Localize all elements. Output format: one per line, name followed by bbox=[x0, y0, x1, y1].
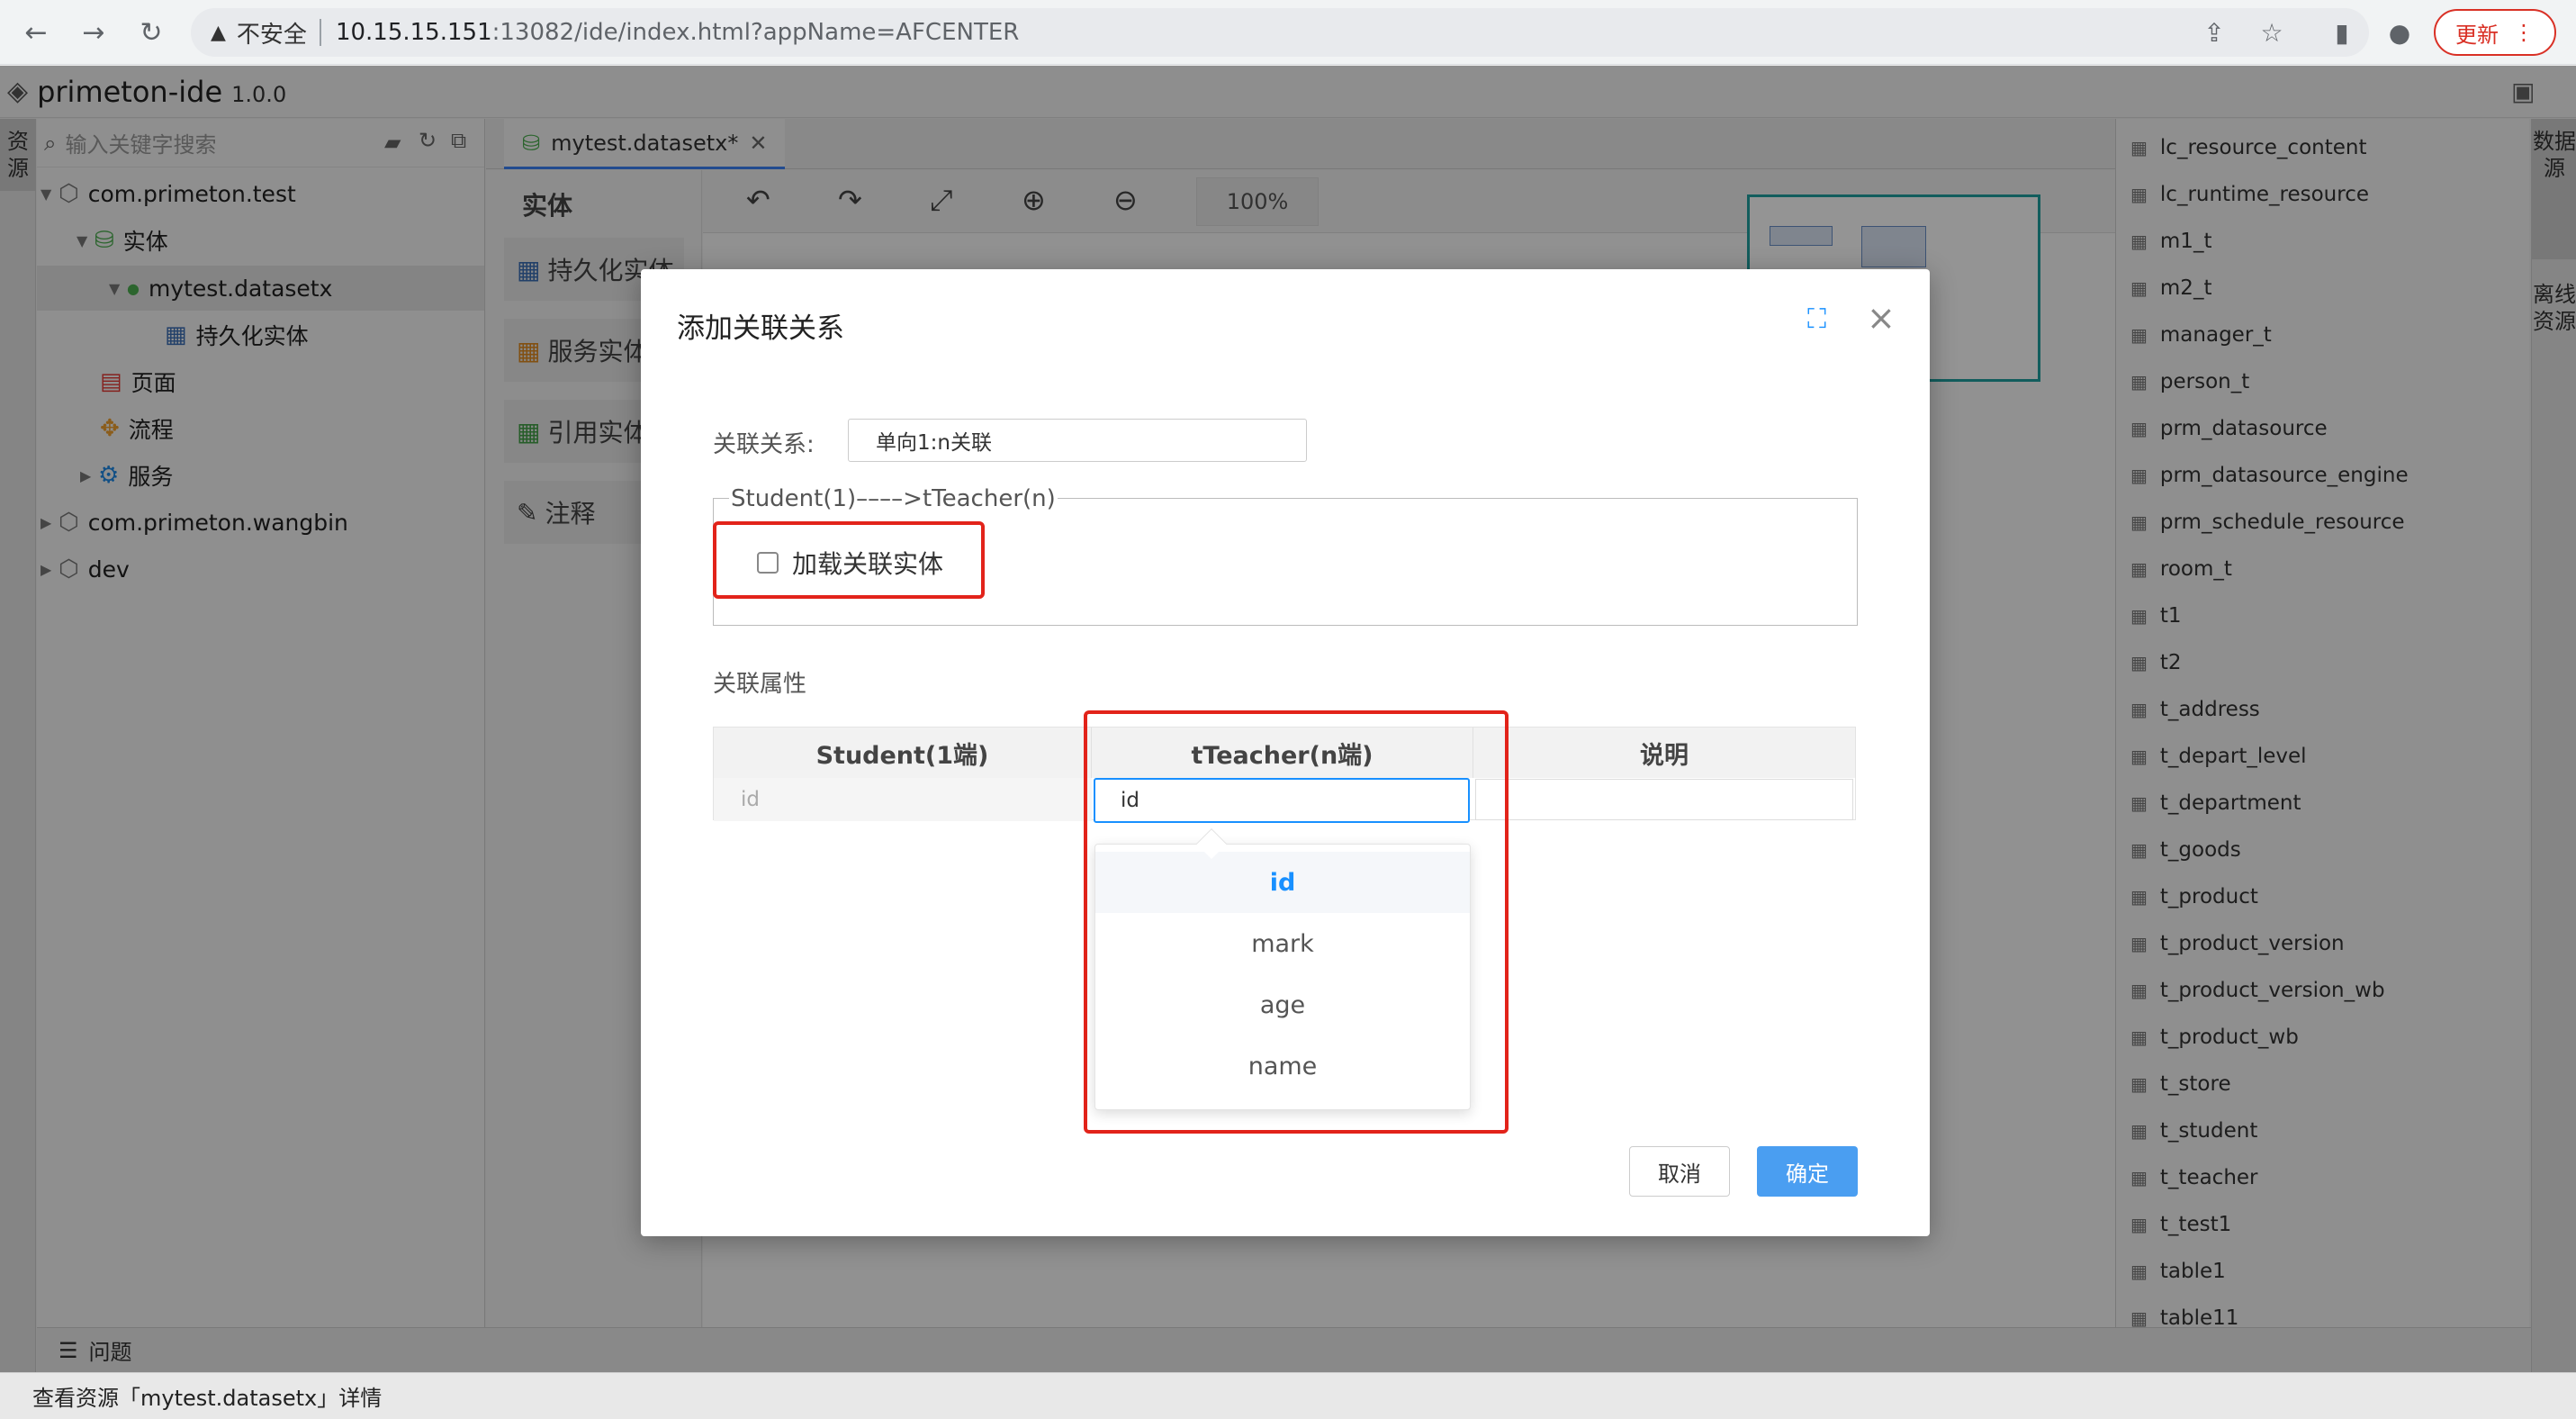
column-header: 说明 bbox=[1473, 728, 1855, 778]
back-icon[interactable]: ← bbox=[16, 13, 56, 52]
add-relation-dialog: 添加关联关系 ⛶ × 关联关系: 单向1:n关联 Student(1)––––>… bbox=[641, 269, 1930, 1236]
status-text: 查看资源「mytest.datasetx」详情 bbox=[32, 1386, 383, 1411]
divider bbox=[319, 19, 321, 46]
close-icon[interactable]: × bbox=[1867, 298, 1896, 338]
relation-label: 关联关系: bbox=[713, 431, 815, 458]
url-path: :13082/ide/index.html?appName=AFCENTER bbox=[491, 19, 1020, 46]
dialog-title: 添加关联关系 bbox=[677, 312, 844, 345]
relation-type-field[interactable]: 单向1:n关联 bbox=[848, 419, 1307, 462]
more-menu-icon: ⋮ bbox=[2513, 20, 2535, 45]
bookmark-star-icon[interactable]: ☆ bbox=[2254, 14, 2290, 50]
dropdown-option-age[interactable]: age bbox=[1095, 974, 1470, 1035]
props-label: 关联属性 bbox=[713, 671, 807, 698]
field-dropdown: id mark age name bbox=[1094, 844, 1471, 1110]
address-bar[interactable]: ▲ 不安全 10.15.15.151 :13082/ide/index.html… bbox=[191, 8, 2369, 57]
load-related-entity-checkbox[interactable] bbox=[757, 552, 779, 574]
load-related-entity-label[interactable]: 加载关联实体 bbox=[792, 545, 943, 581]
dropdown-option-id[interactable]: id bbox=[1095, 852, 1470, 913]
confirm-button[interactable]: 确定 bbox=[1757, 1146, 1858, 1197]
cancel-button[interactable]: 取消 bbox=[1629, 1146, 1730, 1197]
reload-icon[interactable]: ↻ bbox=[131, 13, 171, 52]
update-label: 更新 bbox=[2455, 22, 2499, 48]
browser-toolbar: ← → ↻ ▲ 不安全 10.15.15.151 :13082/ide/inde… bbox=[0, 0, 2576, 65]
column-header: Student(1端) bbox=[714, 728, 1092, 778]
student-cell: id bbox=[714, 778, 1092, 821]
url-host: 10.15.15.151 bbox=[335, 19, 492, 46]
sidebar-icon[interactable]: ▮ bbox=[2324, 14, 2360, 50]
dropdown-option-name[interactable]: name bbox=[1095, 1035, 1470, 1097]
share-icon[interactable]: ⇪ bbox=[2196, 14, 2232, 50]
profile-avatar-icon[interactable]: ● bbox=[2382, 14, 2418, 50]
maximize-icon[interactable]: ⛶ bbox=[1807, 303, 1826, 335]
dropdown-option-mark[interactable]: mark bbox=[1095, 913, 1470, 974]
description-input[interactable] bbox=[1475, 779, 1853, 820]
fieldset-legend: Student(1)––––>tTeacher(n) bbox=[729, 485, 1058, 512]
status-bar: 查看资源「mytest.datasetx」详情 bbox=[0, 1372, 2576, 1419]
warning-icon: ▲ bbox=[211, 21, 226, 44]
security-label: 不安全 bbox=[236, 21, 307, 49]
forward-icon[interactable]: → bbox=[74, 13, 113, 52]
update-button[interactable]: 更新 ⋮ bbox=[2434, 9, 2556, 56]
